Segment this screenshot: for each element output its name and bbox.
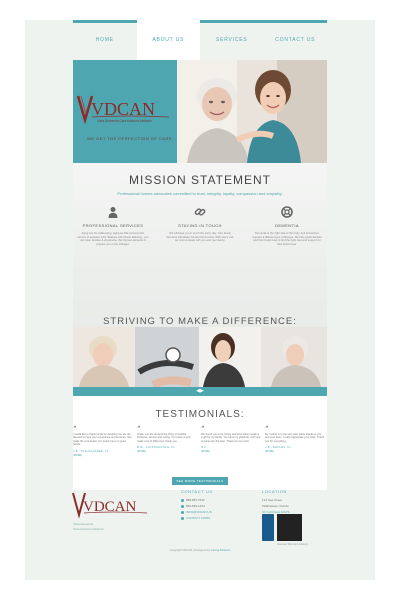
nav-item-services[interactable]: SERVICES — [200, 20, 264, 60]
hero-tagline: WE GET THE PERFECTION OF CARE — [87, 136, 173, 141]
page-frame: HOME ABOUT US SERVICES CONTACT US VDCAN … — [25, 20, 375, 580]
testimonial-card: “ I would like to thank Linda for assist… — [73, 425, 133, 457]
testimonial-more-link[interactable]: [MORE] — [265, 450, 325, 453]
form-icon — [181, 516, 184, 520]
mission-subtitle: Professional homes advocates committed t… — [117, 191, 283, 196]
email-icon — [181, 510, 184, 514]
nav-bar — [263, 20, 327, 23]
testimonial-card: “ My mother is in the very best place th… — [265, 425, 325, 454]
accreditation-badge[interactable] — [277, 514, 302, 541]
footer-contact-form-link[interactable]: CONTACT FORM — [181, 516, 210, 520]
footer-vdcan-logo[interactable]: VDCAN — [71, 489, 151, 519]
copyright-line: Copyright VDCAN | Designed by Caring Adv… — [0, 548, 400, 552]
nav-label-contact: CONTACT US — [275, 37, 316, 43]
slider-bar: ◀▶ — [73, 387, 327, 396]
footer-phone-1[interactable]: 888-887-7632 — [181, 498, 205, 502]
see-more-testimonials-button[interactable]: SEE MORE TESTIMONIALS — [172, 477, 228, 485]
designer-link[interactable]: Caring Advisors — [211, 548, 231, 552]
testimonial-author: R.F. — [201, 446, 207, 450]
phone-icon — [181, 498, 184, 502]
feature-description: Aging can be challenging, aging as littl… — [77, 232, 149, 246]
nav-label-services: SERVICES — [215, 37, 248, 43]
nav-item-contact[interactable]: CONTACT US — [263, 20, 327, 60]
nav-label-about: ABOUT US — [152, 37, 185, 43]
testimonial-text: I would like to thank Linda for assistin… — [73, 433, 132, 447]
nav-bar — [200, 20, 264, 23]
contact-form-text: CONTACT FORM — [186, 516, 210, 520]
footer-address-line: Tallahassee, Florida — [262, 504, 289, 508]
hero-banner: VDCAN Vista Dementia Care Advisors Netwo… — [73, 60, 327, 163]
phone-1-text: 888-887-7632 — [186, 498, 205, 502]
testimonials-title: TESTIMONIALS: — [155, 409, 245, 420]
nav-item-about[interactable]: ABOUT US — [136, 20, 200, 60]
feature-title: STAYING IN TOUCH — [178, 223, 222, 228]
quote-icon: “ — [137, 425, 141, 433]
quote-icon: “ — [73, 425, 77, 433]
footer-left-line: Care Advisors Network — [73, 526, 104, 531]
quote-icon: “ — [201, 425, 205, 433]
accreditation-caption: Licensed Fiduciary Advisors — [277, 543, 308, 546]
phone-2-text: 850-555-1234 — [186, 504, 205, 508]
quote-icon: “ — [265, 425, 269, 433]
testimonial-text: We found you to be caring and kind. Ever… — [201, 433, 261, 443]
photo-strip — [73, 327, 327, 387]
lifebuoy-icon — [281, 206, 293, 218]
mission-title: MISSION STATEMENT — [129, 173, 271, 187]
footer-email-link[interactable]: INFO@VDCAN.US — [181, 510, 212, 514]
nav-bar — [73, 20, 137, 23]
hero-photo-caregivers — [177, 60, 327, 163]
testimonial-more-link[interactable]: [MORE] — [73, 454, 133, 457]
striving-heading: STRIVING TO MAKE A DIFFERENCE: — [103, 316, 297, 327]
testimonial-author: J.B., TALLAHASSEE, FL — [73, 449, 109, 453]
nav-label-home: HOME — [95, 37, 114, 43]
nav-item-home[interactable]: HOME — [73, 20, 137, 60]
copyright-prefix: Copyright VDCAN | Designed by — [169, 548, 211, 552]
feature-description: Dementia is the right side of the body, … — [252, 232, 322, 246]
main-nav: HOME ABOUT US SERVICES CONTACT US — [73, 20, 327, 60]
feature-description: We will keep you in touch the every day.… — [165, 232, 235, 243]
chain-link-icon — [194, 208, 206, 216]
feature-dementia: DEMENTIA Dementia is the right side of t… — [249, 206, 325, 246]
phone-icon — [181, 504, 184, 508]
testimonial-card: “ Linda, you are all amazing thing, incr… — [137, 425, 197, 454]
bbb-badge[interactable] — [262, 514, 274, 541]
testimonial-author: B.M., JACKSONVILLE, FL — [137, 446, 176, 450]
testimonial-text: My mother is in the very best place than… — [265, 433, 325, 443]
slider-arrows[interactable]: ◀▶ — [192, 388, 208, 395]
feature-staying-in-touch: STAYING IN TOUCH We will keep you in tou… — [162, 206, 238, 243]
testimonial-author: J.B., NAPLES, FL — [265, 446, 292, 450]
vdcan-logo[interactable]: VDCAN Vista Dementia Care Advisors Netwo… — [75, 90, 175, 124]
footer-location-heading: LOCATION — [262, 489, 287, 494]
footer-address-line: 123 Sea Street — [262, 498, 283, 502]
footer-contact-heading: CONTACT US — [181, 489, 213, 494]
testimonial-card: “ We found you to be caring and kind. Ev… — [201, 425, 261, 454]
logo-subtitle: Vista Dementia Care Advisors Network — [97, 119, 152, 123]
testimonial-text: Linda, you are all amazing thing, incred… — [137, 433, 191, 443]
footer-left-text: Vista Dementia Care Advisors Network — [73, 522, 104, 531]
footer-phone-2[interactable]: 850-555-1234 — [181, 504, 205, 508]
person-icon — [108, 207, 118, 218]
feature-professional-services: PROFESSIONAL SERVICES Aging can be chall… — [75, 206, 151, 246]
testimonial-more-link[interactable]: [MORE] — [201, 450, 261, 453]
main-content: VDCAN Vista Dementia Care Advisors Netwo… — [73, 60, 327, 490]
email-text: INFO@VDCAN.US — [186, 510, 212, 514]
testimonial-more-link[interactable]: [MORE] — [137, 450, 197, 453]
feature-title: DEMENTIA — [275, 223, 299, 228]
feature-title: PROFESSIONAL SERVICES — [82, 223, 144, 228]
